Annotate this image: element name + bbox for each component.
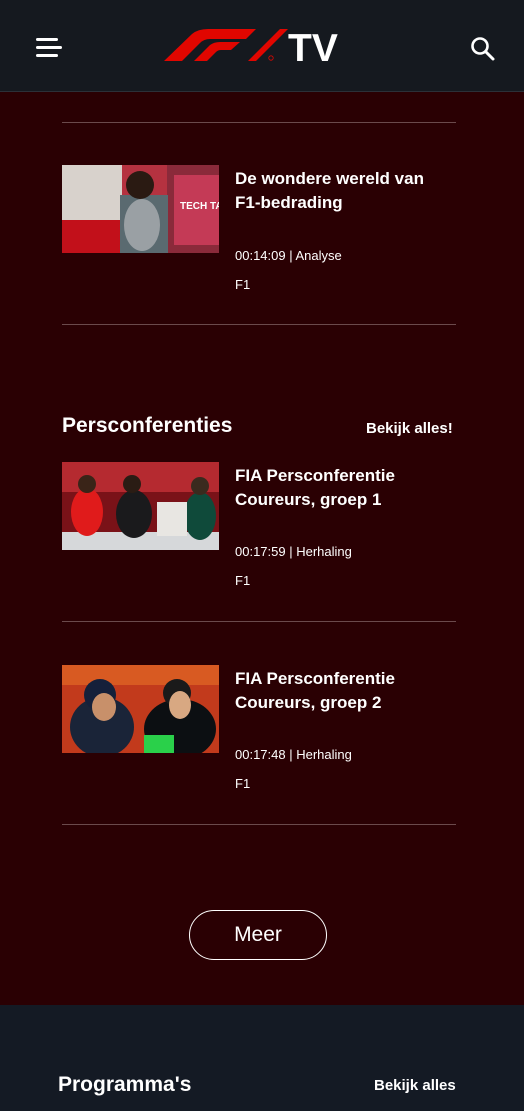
video-meta: 00:14:09 | Analyse bbox=[235, 248, 342, 263]
section-title-programs: Programma's bbox=[58, 1073, 192, 1096]
video-tag: F1 bbox=[235, 277, 251, 292]
hamburger-menu-icon[interactable] bbox=[36, 38, 62, 58]
f1-logo-icon: TV bbox=[164, 27, 338, 70]
video-title[interactable]: FIA Persconferentie Coureurs, groep 2 bbox=[235, 667, 435, 714]
logo-tv-text: TV bbox=[288, 28, 338, 64]
video-section: TECH TALK De wondere wereld van F1-bedra… bbox=[0, 92, 524, 1005]
see-all-programs-link[interactable]: Bekijk alles bbox=[374, 1077, 456, 1094]
search-icon[interactable] bbox=[470, 36, 496, 62]
video-tag: F1 bbox=[235, 573, 251, 588]
divider bbox=[62, 122, 456, 123]
divider bbox=[62, 824, 456, 825]
top-header: TV bbox=[0, 0, 524, 92]
video-meta: 00:17:48 | Herhaling bbox=[235, 747, 352, 762]
thumb-text: TECH TALK bbox=[180, 201, 219, 212]
video-thumbnail bbox=[62, 462, 219, 550]
video-title[interactable]: FIA Persconferentie Coureurs, groep 1 bbox=[235, 464, 435, 511]
f1-tv-logo[interactable]: TV bbox=[164, 27, 354, 70]
video-thumbnail bbox=[62, 665, 219, 753]
video-card-press-2[interactable]: FIA Persconferentie Coureurs, groep 2 00… bbox=[62, 665, 456, 795]
video-meta: 00:17:59 | Herhaling bbox=[235, 544, 352, 559]
video-card-tech-talk[interactable]: TECH TALK De wondere wereld van F1-bedra… bbox=[62, 165, 456, 295]
section-title-press: Persconferenties bbox=[62, 414, 233, 437]
video-tag: F1 bbox=[235, 776, 251, 791]
programs-section: Programma's Bekijk alles bbox=[0, 1005, 524, 1111]
divider bbox=[62, 324, 456, 325]
see-all-press-link[interactable]: Bekijk alles! bbox=[366, 420, 453, 437]
video-card-press-1[interactable]: FIA Persconferentie Coureurs, groep 1 00… bbox=[62, 462, 456, 592]
more-button[interactable]: Meer bbox=[189, 910, 327, 960]
divider bbox=[62, 621, 456, 622]
video-thumbnail: TECH TALK bbox=[62, 165, 219, 253]
video-title[interactable]: De wondere wereld van F1-bedrading bbox=[235, 167, 435, 214]
